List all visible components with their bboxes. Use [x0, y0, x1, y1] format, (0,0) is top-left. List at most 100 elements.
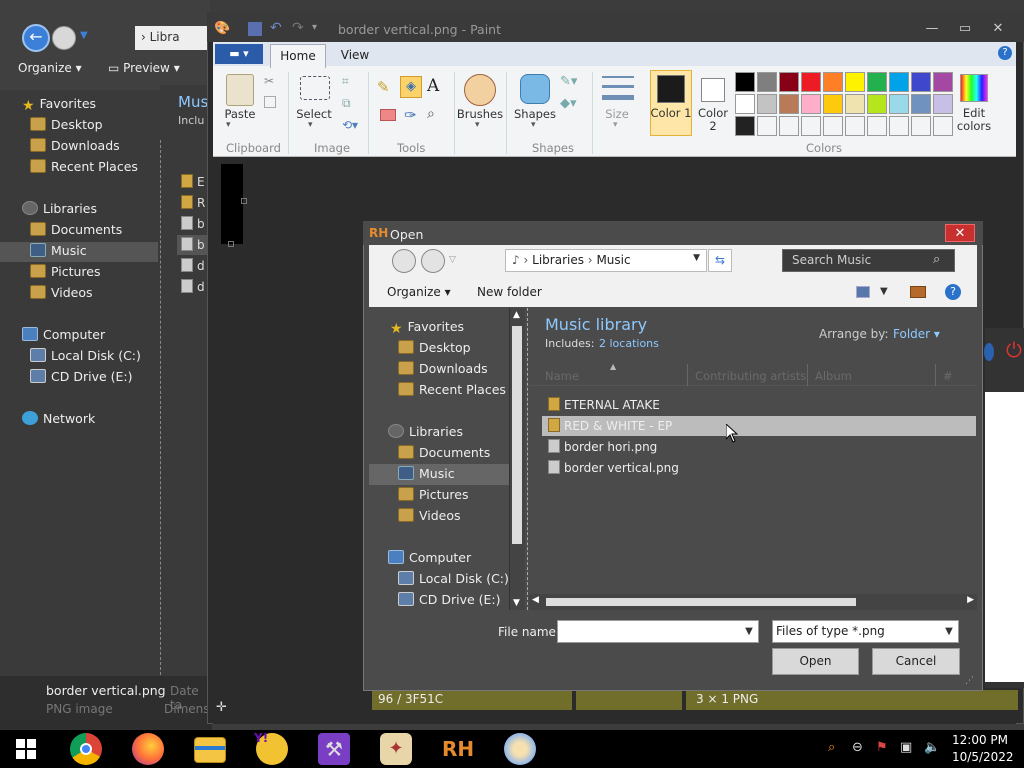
color2-swatch[interactable]	[701, 78, 725, 102]
list-item[interactable]: d	[181, 258, 205, 273]
explorer-organize-button[interactable]: Organize ▾	[18, 61, 82, 75]
dialog-nav-music[interactable]: Music	[398, 464, 455, 484]
rotate-icon[interactable]: ⟲▾	[342, 118, 358, 132]
tray-icon[interactable]: ⊖	[852, 740, 863, 755]
preview-pane-icon[interactable]	[910, 286, 926, 298]
paint-taskbar-icon[interactable]	[504, 733, 536, 765]
palette-swatch-empty[interactable]	[757, 116, 777, 136]
palette-swatch[interactable]	[867, 94, 887, 114]
back-arrow-icon[interactable]: ←	[22, 24, 50, 52]
palette-swatch-empty[interactable]	[933, 116, 953, 136]
help-icon[interactable]: ?	[945, 284, 961, 300]
cancel-button[interactable]: Cancel	[872, 648, 960, 675]
scroll-left-icon[interactable]: ◀	[532, 595, 539, 605]
file-row[interactable]: border hori.png	[548, 439, 657, 454]
list-item[interactable]: R	[181, 195, 205, 210]
explorer-nav-libraries[interactable]: Libraries	[22, 199, 97, 219]
palette-swatch[interactable]	[757, 72, 777, 92]
resize-grip-icon[interactable]: ⋰	[965, 676, 974, 686]
palette-swatch[interactable]	[933, 94, 953, 114]
dialog-nav-favorites[interactable]: ★ Favorites	[390, 317, 464, 337]
palette-swatch-empty[interactable]	[845, 116, 865, 136]
clock-date[interactable]: 10/5/2022	[952, 750, 1014, 764]
explorer-nav-network[interactable]: Network	[22, 409, 95, 429]
explorer-nav-favorites[interactable]: ★ Favorites	[22, 94, 96, 114]
palette-swatch[interactable]	[911, 94, 931, 114]
explorer-nav-videos[interactable]: Videos	[30, 283, 93, 303]
eraser-icon[interactable]	[380, 109, 396, 121]
new-folder-button[interactable]: New folder	[477, 285, 542, 299]
forward-arrow-icon[interactable]	[52, 26, 76, 50]
crop-icon[interactable]: ⌗	[342, 74, 349, 89]
palette-swatch[interactable]	[889, 72, 909, 92]
organize-button[interactable]: Organize ▾	[387, 285, 451, 299]
palette-swatch-empty[interactable]	[735, 116, 755, 136]
firefox-icon[interactable]	[132, 733, 164, 765]
palette-swatch[interactable]	[911, 72, 931, 92]
file-menu-button[interactable]: ▬ ▾	[215, 44, 263, 64]
palette-swatch[interactable]	[801, 72, 821, 92]
undo-icon[interactable]: ↶	[270, 20, 282, 36]
search-icon[interactable]: ⌕	[933, 252, 940, 267]
close-button[interactable]: ✕	[986, 20, 1010, 38]
breadcrumb-libraries[interactable]: Libraries	[532, 253, 584, 267]
pencil-icon[interactable]: ✎	[377, 78, 390, 96]
palette-swatch[interactable]	[823, 72, 843, 92]
palette-swatch[interactable]	[933, 72, 953, 92]
nav-scrollbar-thumb[interactable]	[512, 326, 522, 544]
scroll-down-icon[interactable]: ▼	[513, 598, 520, 608]
select-icon[interactable]	[300, 76, 330, 100]
cut-icon[interactable]: ✂	[264, 74, 274, 88]
explorer-address-bar[interactable]: › Libra	[135, 26, 215, 50]
filename-input[interactable]	[557, 620, 759, 643]
dialog-nav-cd-drive[interactable]: CD Drive (E:)	[398, 590, 501, 610]
shapes-icon[interactable]	[520, 74, 550, 104]
palette-swatch[interactable]	[889, 94, 909, 114]
yahoo-messenger-icon[interactable]: Y!	[254, 731, 288, 765]
list-item[interactable]: b	[181, 216, 205, 231]
list-item[interactable]: b	[181, 237, 205, 252]
save-icon[interactable]	[248, 22, 262, 36]
magnifier-icon[interactable]: ⌕	[427, 106, 435, 122]
palette-swatch[interactable]	[801, 94, 821, 114]
forward-arrow-icon[interactable]	[421, 249, 445, 273]
palette-swatch-empty[interactable]	[823, 116, 843, 136]
image-canvas[interactable]	[221, 164, 243, 244]
explorer-nav-recent[interactable]: Recent Places	[30, 157, 138, 177]
color2-label[interactable]: Color 2	[693, 107, 733, 133]
color-picker-icon[interactable]: ✑	[404, 106, 417, 124]
explorer-nav-music[interactable]: Music	[30, 241, 87, 261]
history-dropdown-icon[interactable]: ▽	[449, 255, 456, 265]
dialog-nav-recent[interactable]: Recent Places	[398, 380, 506, 400]
dialog-nav-downloads[interactable]: Downloads	[398, 359, 488, 379]
volume-icon[interactable]: 🔈	[924, 740, 940, 755]
palette-swatch[interactable]	[735, 72, 755, 92]
arrange-by-dropdown[interactable]: Folder ▾	[893, 327, 940, 341]
dialog-nav-videos[interactable]: Videos	[398, 506, 461, 526]
open-button[interactable]: Open	[772, 648, 859, 675]
select-dropdown-icon[interactable]: ▾	[308, 120, 313, 130]
explorer-nav-pictures[interactable]: Pictures	[30, 262, 101, 282]
palette-swatch[interactable]	[735, 94, 755, 114]
media-app-icon[interactable]: ✦	[380, 733, 412, 765]
size-button[interactable]: Size	[597, 107, 637, 121]
column-header-album[interactable]: Album	[815, 369, 852, 383]
help-icon[interactable]: ?	[998, 46, 1012, 60]
file-row[interactable]: border vertical.png	[548, 460, 679, 475]
palette-swatch[interactable]	[845, 94, 865, 114]
chrome-icon[interactable]	[70, 733, 102, 765]
edit-colors-icon[interactable]	[960, 74, 988, 102]
palette-swatch[interactable]	[845, 72, 865, 92]
palette-swatch[interactable]	[867, 72, 887, 92]
tab-view[interactable]: View	[332, 44, 378, 66]
paste-icon[interactable]	[226, 74, 254, 106]
file-explorer-icon[interactable]	[194, 737, 226, 763]
fill-shape-icon[interactable]: ◆▾	[560, 96, 577, 111]
explorer-nav-computer[interactable]: Computer	[22, 325, 105, 345]
explorer-nav-local-disk[interactable]: Local Disk (C:)	[30, 346, 141, 366]
dialog-nav-computer[interactable]: Computer	[388, 548, 471, 568]
select-button[interactable]: Select	[294, 107, 334, 121]
column-separator[interactable]	[687, 364, 688, 386]
dialog-nav-local-disk[interactable]: Local Disk (C:)	[398, 569, 509, 589]
clock-time[interactable]: 12:00 PM	[952, 733, 1008, 747]
